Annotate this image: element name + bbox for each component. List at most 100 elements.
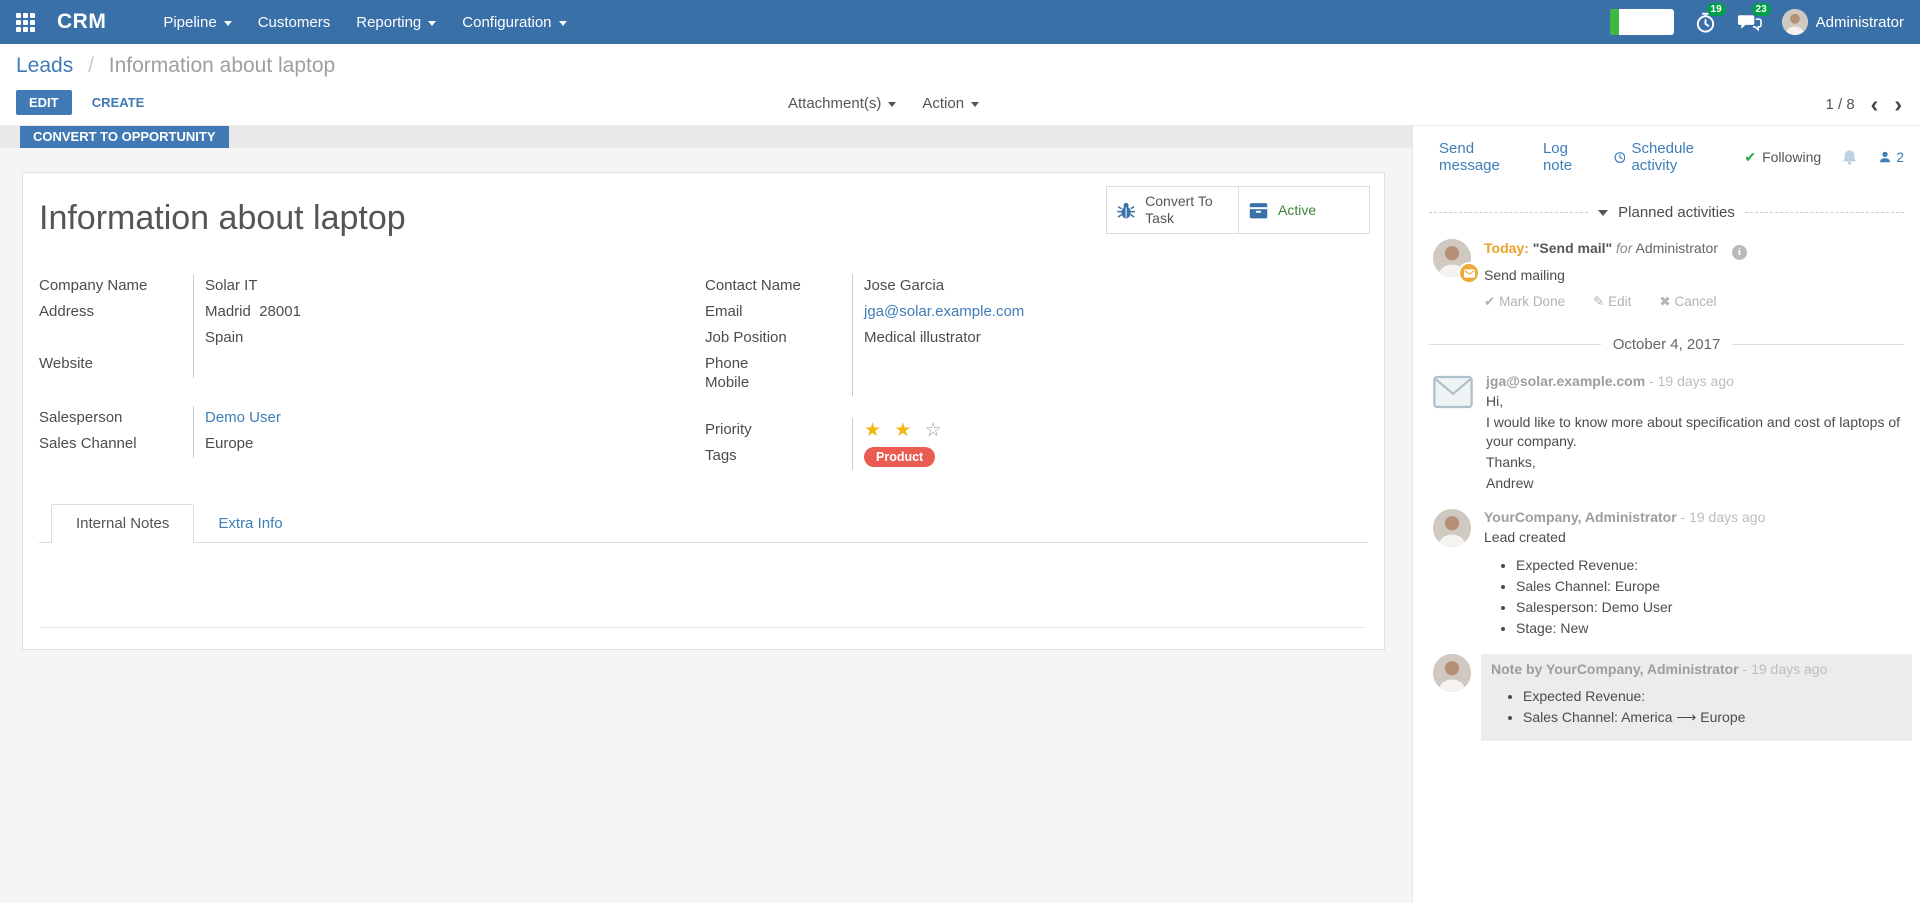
menu-configuration[interactable]: Configuration <box>449 0 579 44</box>
salesperson-value-link[interactable]: Demo User <box>205 409 281 426</box>
phone-value <box>853 352 1368 374</box>
tab-extra-info[interactable]: Extra Info <box>194 505 306 542</box>
message-lead-created: YourCompany, Administrator - 19 days ago… <box>1413 497 1920 642</box>
pager-previous-button[interactable]: ‹ <box>1871 93 1879 115</box>
menu-reporting[interactable]: Reporting <box>343 0 449 44</box>
internal-notes-content[interactable] <box>39 543 1368 627</box>
message-content: jga@solar.example.com - 19 days ago Hi, … <box>1486 373 1904 495</box>
cancel-activity-button[interactable]: ✖ Cancel <box>1659 294 1716 310</box>
followers-button[interactable]: 2 <box>1878 149 1904 165</box>
star-filled-icon[interactable]: ★ <box>894 420 915 441</box>
message-author: jga@solar.example.com <box>1486 373 1645 389</box>
timer-progress-bar <box>1610 9 1619 35</box>
field-group-left: Company Name Solar IT Address Madrid 280… <box>39 274 705 470</box>
job-position-label: Job Position <box>705 326 853 352</box>
edit-activity-button[interactable]: ✎ Edit <box>1593 294 1631 310</box>
bug-icon <box>1116 198 1136 222</box>
chevron-down-icon <box>1598 210 1608 216</box>
priority-stars-widget[interactable]: ★ ★ ☆ <box>853 418 1368 444</box>
menu-customers[interactable]: Customers <box>245 0 344 44</box>
message-line: I would like to know more about specific… <box>1486 413 1904 451</box>
field-groups: Company Name Solar IT Address Madrid 280… <box>39 274 1368 470</box>
user-menu[interactable]: Administrator <box>1782 9 1904 35</box>
message-timestamp: - 19 days ago <box>1681 509 1766 525</box>
info-icon[interactable]: i <box>1732 245 1747 260</box>
breadcrumb: Leads / Information about laptop <box>0 44 1920 78</box>
field-address-country: Spain <box>39 326 705 352</box>
activities-clock-button[interactable]: 19 <box>1694 11 1717 34</box>
top-navbar: CRM Pipeline Customers Reporting Configu… <box>0 0 1920 44</box>
salesperson-label: Salesperson <box>39 406 194 432</box>
schedule-activity-label: Schedule activity <box>1631 140 1720 174</box>
email-label: Email <box>705 300 853 326</box>
tracking-value: Sales Channel: Europe <box>1516 577 1904 595</box>
messages-button[interactable]: 23 <box>1737 11 1762 33</box>
action-dropdown[interactable]: Action <box>922 95 979 112</box>
edit-activity-label: Edit <box>1608 294 1631 309</box>
sales-channel-label: Sales Channel <box>39 432 194 458</box>
active-toggle-button[interactable]: Active <box>1238 187 1369 233</box>
mobile-value <box>853 374 1368 396</box>
chevron-down-icon <box>888 102 896 107</box>
following-label: Following <box>1762 149 1821 165</box>
cancel-activity-label: Cancel <box>1674 294 1716 309</box>
website-label: Website <box>39 352 194 378</box>
chevron-down-icon <box>224 21 232 26</box>
field-priority: Priority ★ ★ ☆ <box>705 418 1368 444</box>
schedule-activity-button[interactable]: Schedule activity <box>1614 140 1721 174</box>
mark-done-button[interactable]: ✔ Mark Done <box>1484 294 1565 310</box>
bell-icon[interactable] <box>1841 149 1858 166</box>
field-company-name: Company Name Solar IT <box>39 274 705 300</box>
breadcrumb-leads-link[interactable]: Leads <box>16 54 73 77</box>
activity-actions: ✔ Mark Done ✎ Edit ✖ Cancel <box>1484 294 1747 310</box>
field-sales-channel: Sales Channel Europe <box>39 432 705 458</box>
planned-activity-item: Today: "Send mail" for Administrator i S… <box>1413 221 1920 310</box>
star-empty-icon[interactable]: ☆ <box>925 420 946 441</box>
tags-label: Tags <box>705 444 853 470</box>
message-content: YourCompany, Administrator - 19 days ago… <box>1484 509 1904 640</box>
edit-button[interactable]: EDIT <box>16 90 72 115</box>
tracking-values-list: Expected Revenue: Sales Channel: Europe … <box>1484 556 1904 637</box>
message-author: YourCompany, Administrator <box>1484 509 1677 525</box>
chevron-down-icon <box>559 21 567 26</box>
breadcrumb-current: Information about laptop <box>109 54 336 77</box>
user-name: Administrator <box>1816 14 1904 31</box>
log-note-button[interactable]: Log note <box>1543 140 1590 174</box>
convert-to-opportunity-button[interactable]: CONVERT TO OPPORTUNITY <box>20 126 229 148</box>
app-title[interactable]: CRM <box>57 10 106 34</box>
activity-assignee: Administrator <box>1636 240 1718 256</box>
create-button[interactable]: CREATE <box>92 95 144 110</box>
field-email: Email jga@solar.example.com <box>705 300 1368 326</box>
tracking-values-list: Expected Revenue: Sales Channel: America… <box>1491 687 1902 726</box>
timer-widget[interactable] <box>1610 9 1674 35</box>
email-value-link[interactable]: jga@solar.example.com <box>864 303 1024 320</box>
menu-pipeline-label: Pipeline <box>163 14 216 31</box>
following-toggle[interactable]: ✔ Following <box>1744 149 1821 166</box>
message-line: Lead created <box>1484 528 1904 547</box>
note-content: Note by YourCompany, Administrator - 19 … <box>1481 654 1912 741</box>
menu-pipeline[interactable]: Pipeline <box>150 0 244 44</box>
menu-customers-label: Customers <box>258 14 331 31</box>
message-line: Hi, <box>1486 392 1904 411</box>
date-separator-label: October 4, 2017 <box>1613 336 1721 353</box>
message-body: Lead created Expected Revenue: Sales Cha… <box>1484 528 1904 637</box>
planned-activities-toggle[interactable]: Planned activities <box>1429 204 1904 221</box>
attachments-dropdown[interactable]: Attachment(s) <box>788 95 896 112</box>
send-message-button[interactable]: Send message <box>1439 140 1519 174</box>
check-icon: ✔ <box>1744 149 1756 166</box>
tab-internal-notes[interactable]: Internal Notes <box>51 504 194 543</box>
tracking-value: Expected Revenue: <box>1523 687 1902 705</box>
website-value <box>194 352 705 378</box>
address-city-zip: Madrid 28001 <box>194 300 705 326</box>
avatar <box>1433 654 1471 692</box>
activity-for-word: for <box>1616 240 1632 256</box>
active-label: Active <box>1278 202 1316 219</box>
statusbar: CONVERT TO OPPORTUNITY <box>0 126 1412 148</box>
convert-to-task-button[interactable]: Convert To Task <box>1107 187 1238 233</box>
apps-grid-icon[interactable] <box>16 13 35 32</box>
chevron-down-icon <box>971 102 979 107</box>
control-panel: Leads / Information about laptop EDIT CR… <box>0 44 1920 126</box>
pager-next-button[interactable]: › <box>1894 93 1902 115</box>
star-filled-icon[interactable]: ★ <box>864 420 885 441</box>
date-separator: October 4, 2017 <box>1429 336 1904 353</box>
